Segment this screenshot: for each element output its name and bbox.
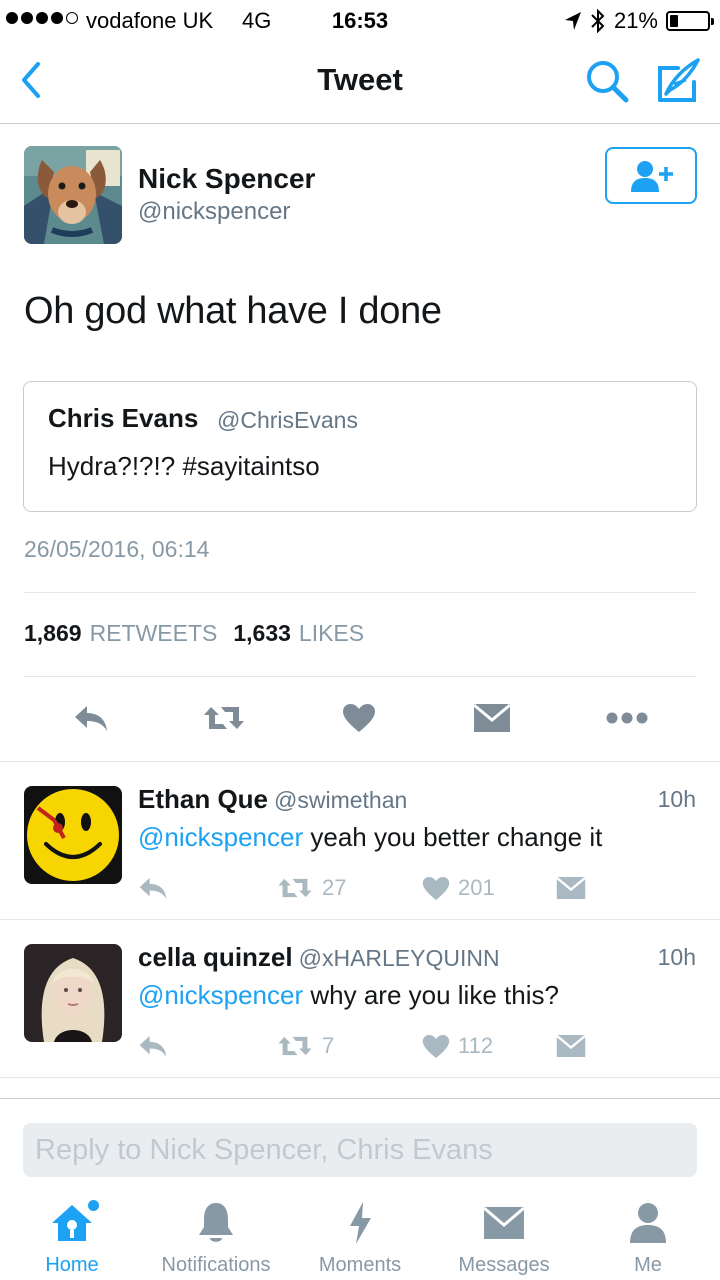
quote-text: Hydra?!?!? #sayitaintso bbox=[48, 451, 320, 481]
author-avatar[interactable] bbox=[24, 146, 122, 244]
heart-icon bbox=[343, 704, 375, 732]
tab-home[interactable]: Home bbox=[0, 1190, 144, 1280]
retweet-button[interactable]: 27 bbox=[276, 870, 346, 906]
tweet-stats: 1,869 RETWEETS 1,633 LIKES bbox=[24, 620, 364, 647]
reply-time: 10h bbox=[657, 786, 696, 812]
more-button[interactable] bbox=[603, 694, 651, 742]
tab-label: Messages bbox=[458, 1254, 550, 1276]
reply-action-bar: 27 201 bbox=[138, 870, 698, 906]
retweet-icon bbox=[278, 1036, 312, 1056]
tab-me[interactable]: Me bbox=[576, 1190, 720, 1280]
tab-notifications[interactable]: Notifications bbox=[144, 1190, 288, 1280]
heart-icon bbox=[422, 1034, 450, 1058]
retweet-count: 7 bbox=[322, 1033, 335, 1058]
envelope-icon bbox=[473, 703, 511, 732]
reply-input[interactable] bbox=[23, 1123, 697, 1177]
mention-link[interactable]: @nickspencer bbox=[138, 980, 303, 1010]
reply-author-name[interactable]: cella quinzel bbox=[138, 942, 293, 972]
envelope-icon bbox=[556, 876, 586, 900]
tweet-text: Oh god what have I done bbox=[24, 290, 442, 332]
author-handle[interactable]: @nickspencer bbox=[138, 198, 290, 226]
compose-icon bbox=[658, 58, 700, 102]
reply-body: yeah you better change it bbox=[303, 822, 603, 852]
person-icon bbox=[630, 1203, 666, 1243]
bluetooth-icon bbox=[591, 9, 605, 33]
tweet-action-bar bbox=[0, 694, 720, 742]
tab-label: Moments bbox=[318, 1254, 402, 1276]
reply-tweet[interactable]: cella quinzel @xHARLEYQUINN 10h @nickspen… bbox=[0, 920, 720, 1078]
author-name[interactable]: Nick Spencer bbox=[138, 163, 315, 195]
add-user-icon bbox=[631, 160, 673, 192]
likes-count[interactable]: 1,633 bbox=[233, 620, 291, 647]
tab-label: Notifications bbox=[161, 1254, 271, 1276]
reply-author-handle[interactable]: @xHARLEYQUINN bbox=[299, 945, 500, 971]
battery-percent: 21% bbox=[613, 8, 658, 33]
tab-label: Home bbox=[45, 1254, 99, 1276]
battery-icon bbox=[666, 11, 714, 31]
retweet-count: 27 bbox=[322, 875, 347, 900]
location-arrow-icon bbox=[564, 12, 581, 30]
reply-body: why are you like this? bbox=[303, 980, 559, 1010]
reply-button[interactable] bbox=[138, 870, 168, 906]
reply-text: @nickspencer why are you like this? bbox=[138, 980, 559, 1011]
message-button[interactable] bbox=[468, 694, 516, 742]
message-button[interactable] bbox=[556, 1028, 586, 1064]
bell-icon bbox=[199, 1203, 233, 1242]
more-dots-icon bbox=[606, 712, 648, 724]
reply-icon bbox=[75, 706, 107, 731]
reply-avatar[interactable] bbox=[24, 786, 122, 884]
like-button[interactable]: 112 bbox=[422, 1028, 493, 1064]
lightning-icon bbox=[350, 1202, 371, 1244]
search-icon bbox=[587, 61, 629, 103]
search-button[interactable] bbox=[584, 58, 630, 104]
divider bbox=[24, 592, 696, 593]
notification-dot bbox=[88, 1200, 99, 1211]
like-count: 112 bbox=[458, 1033, 494, 1058]
quote-author-name: Chris Evans bbox=[48, 403, 199, 433]
reply-time: 10h bbox=[657, 944, 696, 970]
heart-icon bbox=[422, 876, 450, 900]
reply-author-name[interactable]: Ethan Que bbox=[138, 784, 268, 814]
status-right: 21% bbox=[564, 8, 714, 34]
tab-moments[interactable]: Moments bbox=[288, 1190, 432, 1280]
tweet-timestamp: 26/05/2016, 06:14 bbox=[24, 536, 210, 562]
reply-tweet[interactable]: Ethan Que @swimethan 10h @nickspencer yea… bbox=[0, 762, 720, 920]
reply-author-handle[interactable]: @swimethan bbox=[274, 787, 407, 813]
like-count: 201 bbox=[458, 875, 495, 900]
reply-avatar[interactable] bbox=[24, 944, 122, 1042]
retweet-button[interactable] bbox=[200, 694, 248, 742]
message-button[interactable] bbox=[556, 870, 586, 906]
mention-link[interactable]: @nickspencer bbox=[138, 822, 303, 852]
nav-bar: Tweet bbox=[0, 40, 720, 124]
reply-icon bbox=[139, 1036, 167, 1057]
retweets-count[interactable]: 1,869 bbox=[24, 620, 82, 647]
retweet-button[interactable]: 7 bbox=[276, 1028, 334, 1064]
reply-button[interactable] bbox=[138, 1028, 168, 1064]
divider bbox=[0, 1077, 720, 1078]
follow-button[interactable] bbox=[605, 147, 697, 204]
reply-icon bbox=[139, 878, 167, 899]
home-icon bbox=[52, 1205, 92, 1241]
quoted-tweet[interactable]: Chris Evans @ChrisEvans Hydra?!?!? #sayi… bbox=[23, 381, 697, 512]
retweets-label[interactable]: RETWEETS bbox=[90, 620, 218, 647]
retweet-icon bbox=[204, 707, 244, 729]
tab-bar: Home Notifications Moments Messages Me bbox=[0, 1190, 720, 1280]
envelope-icon bbox=[483, 1206, 525, 1239]
reply-composer bbox=[0, 1098, 720, 1190]
envelope-icon bbox=[556, 1034, 586, 1058]
like-button[interactable] bbox=[335, 694, 383, 742]
divider bbox=[24, 676, 696, 677]
status-bar: vodafone UK 4G 16:53 21% bbox=[0, 0, 720, 40]
tab-messages[interactable]: Messages bbox=[432, 1190, 576, 1280]
reply-text: @nickspencer yeah you better change it bbox=[138, 822, 602, 853]
likes-label[interactable]: LIKES bbox=[299, 620, 364, 647]
like-button[interactable]: 201 bbox=[422, 870, 495, 906]
reply-button[interactable] bbox=[67, 694, 115, 742]
quote-author-handle: @ChrisEvans bbox=[217, 407, 358, 433]
retweet-icon bbox=[278, 878, 312, 898]
compose-button[interactable] bbox=[652, 56, 702, 106]
reply-action-bar: 7 112 bbox=[138, 1028, 698, 1064]
tab-label: Me bbox=[634, 1254, 662, 1276]
